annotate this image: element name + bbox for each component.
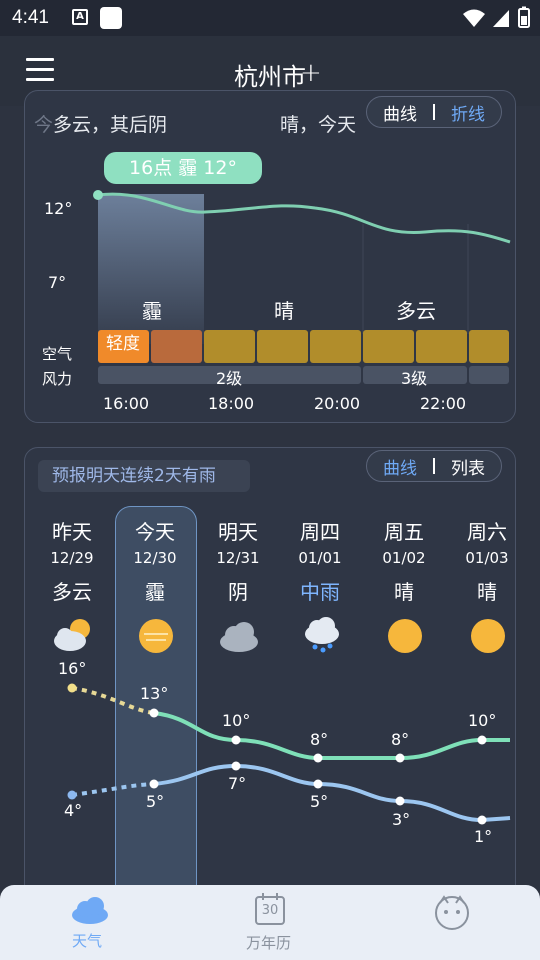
hour-label: 22:00	[420, 394, 467, 413]
day-condition: 晴	[477, 580, 497, 604]
moderate-rain-icon	[305, 617, 339, 653]
wind-bar	[469, 366, 509, 384]
forecast-tip[interactable]: 预报明天连续2天有雨	[38, 460, 250, 492]
hourly-chart-toggle[interactable]: 曲线 折线	[366, 96, 502, 128]
day-date: 01/03	[465, 549, 509, 567]
daily-view-toggle[interactable]: 曲线 列表	[366, 450, 502, 482]
toggle-curve[interactable]: 曲线	[367, 100, 433, 125]
day-condition: 中雨	[300, 580, 340, 604]
notification-a-icon: A	[72, 9, 88, 25]
sunny-icon	[388, 619, 422, 653]
aq-cell	[151, 330, 202, 363]
y-label-low: 7°	[48, 273, 67, 292]
wind-level: 3级	[401, 369, 428, 388]
aq-cell	[469, 330, 509, 363]
day-name[interactable]: 明天	[198, 516, 278, 545]
high-temp-label: 8°	[391, 730, 410, 749]
day-date: 12/29	[50, 549, 94, 567]
signal-icon	[493, 10, 509, 27]
day-name[interactable]: 周四	[280, 516, 360, 545]
day-date: 01/02	[382, 549, 426, 567]
nav-weather-label[interactable]: 天气	[72, 930, 102, 951]
city-title[interactable]: 杭州市	[0, 57, 540, 92]
toggle-polyline[interactable]: 折线	[435, 100, 501, 125]
aq-cell	[204, 330, 255, 363]
air-quality-label: 空气	[42, 345, 73, 363]
day-date: 01/01	[298, 549, 342, 567]
high-temp-label: 13°	[140, 684, 169, 703]
hour-label: 20:00	[314, 394, 361, 413]
high-temp-label: 8°	[310, 730, 329, 749]
day-name[interactable]: 周五	[364, 516, 444, 545]
hourly-cond-cloudy: 多云	[396, 299, 436, 323]
status-time: 4:41	[12, 7, 49, 28]
battery-icon	[518, 6, 530, 28]
day-name[interactable]: 周六	[447, 516, 527, 545]
daily-temp-chart	[67, 683, 511, 825]
high-temp-line	[153, 711, 510, 760]
high-temp-label: 10°	[468, 711, 497, 730]
mascot-icon[interactable]	[430, 895, 474, 931]
aq-cell	[363, 330, 414, 363]
aq-cell	[416, 330, 467, 363]
haze-icon	[139, 619, 173, 653]
day-condition: 多云	[52, 580, 92, 604]
low-temp-line	[153, 763, 511, 823]
low-temp-label: 4°	[64, 801, 83, 820]
nav-calendar-label[interactable]: 万年历	[246, 932, 291, 953]
wifi-icon	[463, 9, 485, 27]
toggle-curve[interactable]: 曲线	[367, 454, 433, 479]
day-condition: 晴	[394, 580, 414, 604]
day-name[interactable]: 昨天	[32, 516, 112, 545]
low-temp-label: 5°	[146, 792, 165, 811]
high-temp-label: 16°	[58, 659, 87, 678]
aq-cell	[310, 330, 361, 363]
hourly-summary-right: 晴，今天	[280, 114, 357, 136]
low-temp-label: 1°	[474, 827, 493, 846]
low-temp-label: 5°	[310, 792, 329, 811]
hour-label: 18:00	[208, 394, 255, 413]
hour-label: 16:00	[103, 394, 150, 413]
wind-level: 2级	[216, 369, 243, 388]
notification-app-icon	[100, 7, 122, 29]
wind-label: 风力	[42, 370, 73, 388]
day-condition: 霾	[145, 580, 165, 604]
sunny-icon	[471, 619, 505, 653]
toggle-list[interactable]: 列表	[435, 454, 501, 479]
hourly-cond-sunny: 晴	[274, 299, 294, 323]
day-date: 12/30	[133, 549, 177, 567]
high-temp-label: 10°	[222, 711, 251, 730]
day-condition: 阴	[228, 580, 248, 604]
current-temp-point	[93, 190, 103, 200]
y-label-high: 12°	[44, 199, 73, 218]
day-date: 12/31	[216, 549, 260, 567]
partly-cloudy-icon	[54, 619, 90, 651]
overcast-icon	[220, 622, 258, 652]
add-city-button[interactable]: +	[300, 58, 322, 88]
hourly-summary-left: 今多云，其后阴	[34, 114, 168, 136]
low-temp-label: 3°	[392, 810, 411, 829]
current-hour-badge: 16点 霾 12°	[104, 152, 262, 184]
calendar-day: 30	[261, 903, 279, 918]
air-quality-value: 轻度	[106, 334, 140, 354]
hourly-cond-haze: 霾	[142, 299, 162, 323]
cloud-icon[interactable]	[70, 895, 110, 925]
low-temp-label: 7°	[228, 774, 247, 793]
aq-cell	[257, 330, 308, 363]
day-name[interactable]: 今天	[115, 516, 195, 545]
